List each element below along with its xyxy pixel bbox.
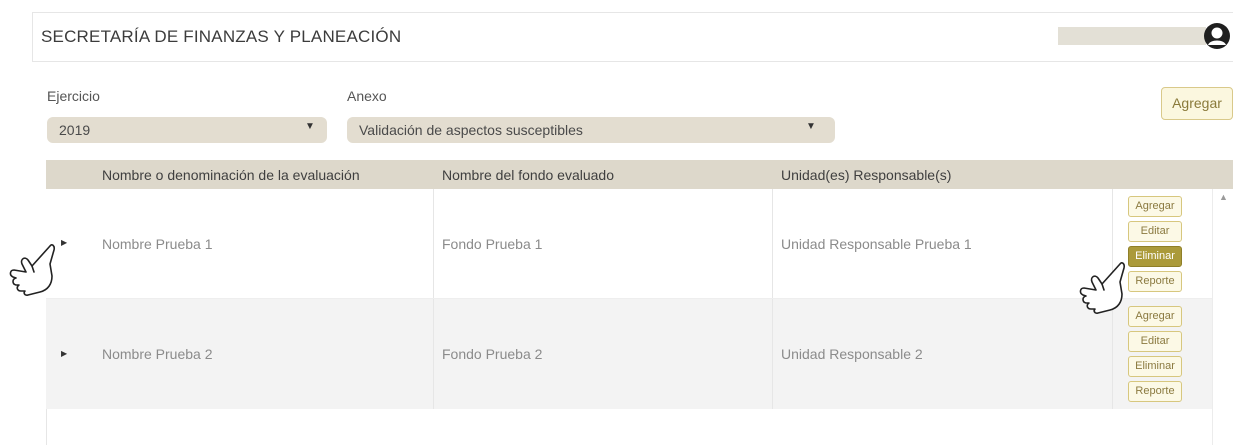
column-divider	[433, 299, 434, 409]
delete-row-button[interactable]: Eliminar	[1128, 246, 1182, 267]
table-header: Nombre o denominación de la evaluación N…	[46, 160, 1233, 189]
caret-right-icon[interactable]: ▶	[61, 238, 67, 247]
add-button[interactable]: Agregar	[1161, 87, 1233, 120]
hand-pointer-icon	[9, 244, 55, 296]
cell-unidad: Unidad Responsable Prueba 1	[781, 236, 972, 252]
column-divider	[772, 299, 773, 409]
cell-unidad: Unidad Responsable 2	[781, 346, 923, 362]
anexo-value: Validación de aspectos susceptibles	[359, 122, 583, 138]
cell-fondo: Fondo Prueba 2	[442, 346, 543, 362]
column-header-fondo: Nombre del fondo evaluado	[442, 167, 615, 183]
table-row[interactable]: ▶ Nombre Prueba 1 Fondo Prueba 1 Unidad …	[46, 189, 1212, 299]
page-header: SECRETARÍA DE FINANZAS Y PLANEACIÓN	[32, 12, 1233, 62]
edit-row-button[interactable]: Editar	[1128, 221, 1182, 242]
scroll-up-icon[interactable]: ▲	[1219, 192, 1228, 202]
cell-fondo: Fondo Prueba 1	[442, 236, 543, 252]
delete-row-button[interactable]: Eliminar	[1128, 356, 1182, 377]
ejercicio-value: 2019	[59, 122, 91, 138]
cell-nombre: Nombre Prueba 1	[102, 236, 213, 252]
row-actions: Agregar Editar Eliminar Reporte	[1128, 306, 1182, 406]
page-title: SECRETARÍA DE FINANZAS Y PLANEACIÓN	[41, 27, 402, 46]
add-row-button[interactable]: Agregar	[1128, 306, 1182, 327]
cell-nombre: Nombre Prueba 2	[102, 346, 213, 362]
table-row[interactable]: ▶ Nombre Prueba 2 Fondo Prueba 2 Unidad …	[46, 299, 1212, 409]
user-avatar-icon[interactable]	[1203, 22, 1231, 50]
row-actions: Agregar Editar Eliminar Reporte	[1128, 196, 1182, 296]
report-row-button[interactable]: Reporte	[1128, 381, 1182, 402]
column-header-unidad: Unidad(es) Responsable(s)	[781, 167, 952, 183]
table-scrollbar[interactable]: ▲	[1212, 189, 1233, 445]
column-header-nombre: Nombre o denominación de la evaluación	[102, 167, 360, 183]
edit-row-button[interactable]: Editar	[1128, 331, 1182, 352]
user-name-box[interactable]	[1058, 27, 1206, 45]
table-empty-area	[46, 409, 1212, 445]
column-divider	[772, 189, 773, 298]
hand-pointer-icon	[1079, 262, 1125, 314]
caret-right-icon[interactable]: ▶	[61, 349, 67, 358]
chevron-down-icon: ▼	[806, 121, 816, 132]
anexo-label: Anexo	[347, 88, 387, 104]
chevron-down-icon: ▼	[305, 121, 315, 132]
ejercicio-select[interactable]: 2019 ▼	[47, 117, 327, 143]
column-divider	[433, 189, 434, 298]
ejercicio-label: Ejercicio	[47, 88, 100, 104]
anexo-select[interactable]: Validación de aspectos susceptibles ▼	[347, 117, 835, 143]
report-row-button[interactable]: Reporte	[1128, 271, 1182, 292]
add-row-button[interactable]: Agregar	[1128, 196, 1182, 217]
